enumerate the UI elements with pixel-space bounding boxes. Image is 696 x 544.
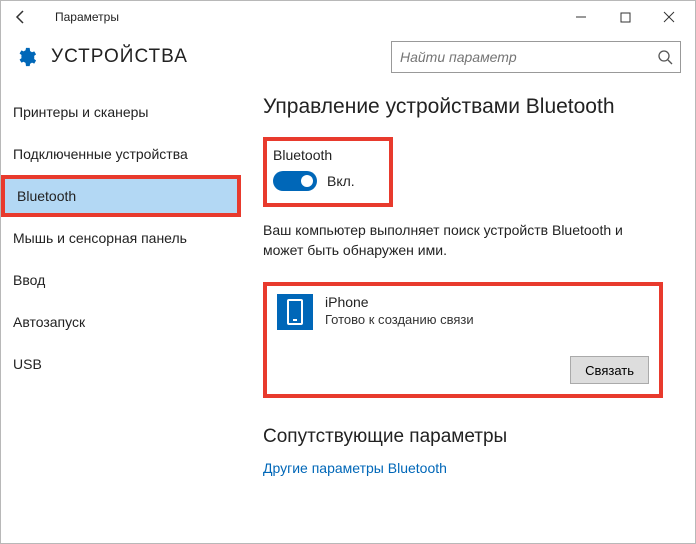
bluetooth-label: Bluetooth xyxy=(273,147,383,163)
pair-button[interactable]: Связать xyxy=(570,356,649,384)
sidebar-item-label: Bluetooth xyxy=(17,188,76,204)
search-box[interactable] xyxy=(391,41,681,73)
sidebar-item-mouse-touchpad[interactable]: Мышь и сенсорная панель xyxy=(1,217,241,259)
toggle-knob xyxy=(301,175,313,187)
sidebar-item-label: Принтеры и сканеры xyxy=(13,104,148,120)
search-input[interactable] xyxy=(392,42,650,72)
section-title: УСТРОЙСТВА xyxy=(51,46,188,68)
body: Принтеры и сканеры Подключенные устройст… xyxy=(1,77,695,541)
bluetooth-toggle-block: Bluetooth Вкл. xyxy=(263,137,393,207)
more-bluetooth-settings-link[interactable]: Другие параметры Bluetooth xyxy=(263,460,447,476)
search-icon xyxy=(650,49,680,65)
header-row: УСТРОЙСТВА xyxy=(1,37,695,77)
toggle-state-text: Вкл. xyxy=(327,173,355,189)
settings-window: Параметры УСТРОЙСТВА Принтеры и ск xyxy=(0,0,696,544)
sidebar-item-printers[interactable]: Принтеры и сканеры xyxy=(1,91,241,133)
bluetooth-info-text: Ваш компьютер выполняет поиск устройств … xyxy=(263,221,663,260)
sidebar-item-label: USB xyxy=(13,356,42,372)
device-name: iPhone xyxy=(325,294,474,310)
related-heading: Сопутствующие параметры xyxy=(263,426,675,448)
bluetooth-toggle[interactable] xyxy=(273,171,317,191)
content-pane: Управление устройствами Bluetooth Blueto… xyxy=(241,77,695,541)
back-button[interactable] xyxy=(5,1,37,33)
maximize-button[interactable] xyxy=(603,1,647,33)
minimize-button[interactable] xyxy=(559,1,603,33)
device-card[interactable]: iPhone Готово к созданию связи Связать xyxy=(263,282,663,398)
sidebar-item-connected-devices[interactable]: Подключенные устройства xyxy=(1,133,241,175)
sidebar-item-label: Автозапуск xyxy=(13,314,85,330)
sidebar-item-autoplay[interactable]: Автозапуск xyxy=(1,301,241,343)
device-text: iPhone Готово к созданию связи xyxy=(325,294,474,327)
window-controls xyxy=(559,1,691,33)
title-bar: Параметры xyxy=(1,1,695,33)
toggle-row: Вкл. xyxy=(273,171,383,191)
sidebar-item-label: Ввод xyxy=(13,272,45,288)
sidebar-item-usb[interactable]: USB xyxy=(1,343,241,385)
sidebar-item-bluetooth[interactable]: Bluetooth xyxy=(1,175,241,217)
window-title: Параметры xyxy=(55,10,119,24)
device-row: iPhone Готово к созданию связи xyxy=(277,294,649,330)
sidebar-item-label: Подключенные устройства xyxy=(13,146,188,162)
page-heading: Управление устройствами Bluetooth xyxy=(263,95,675,119)
sidebar-item-typing[interactable]: Ввод xyxy=(1,259,241,301)
sidebar: Принтеры и сканеры Подключенные устройст… xyxy=(1,77,241,541)
close-button[interactable] xyxy=(647,1,691,33)
sidebar-item-label: Мышь и сенсорная панель xyxy=(13,230,187,246)
phone-icon xyxy=(277,294,313,330)
gear-icon xyxy=(15,46,37,68)
device-status: Готово к созданию связи xyxy=(325,312,474,327)
